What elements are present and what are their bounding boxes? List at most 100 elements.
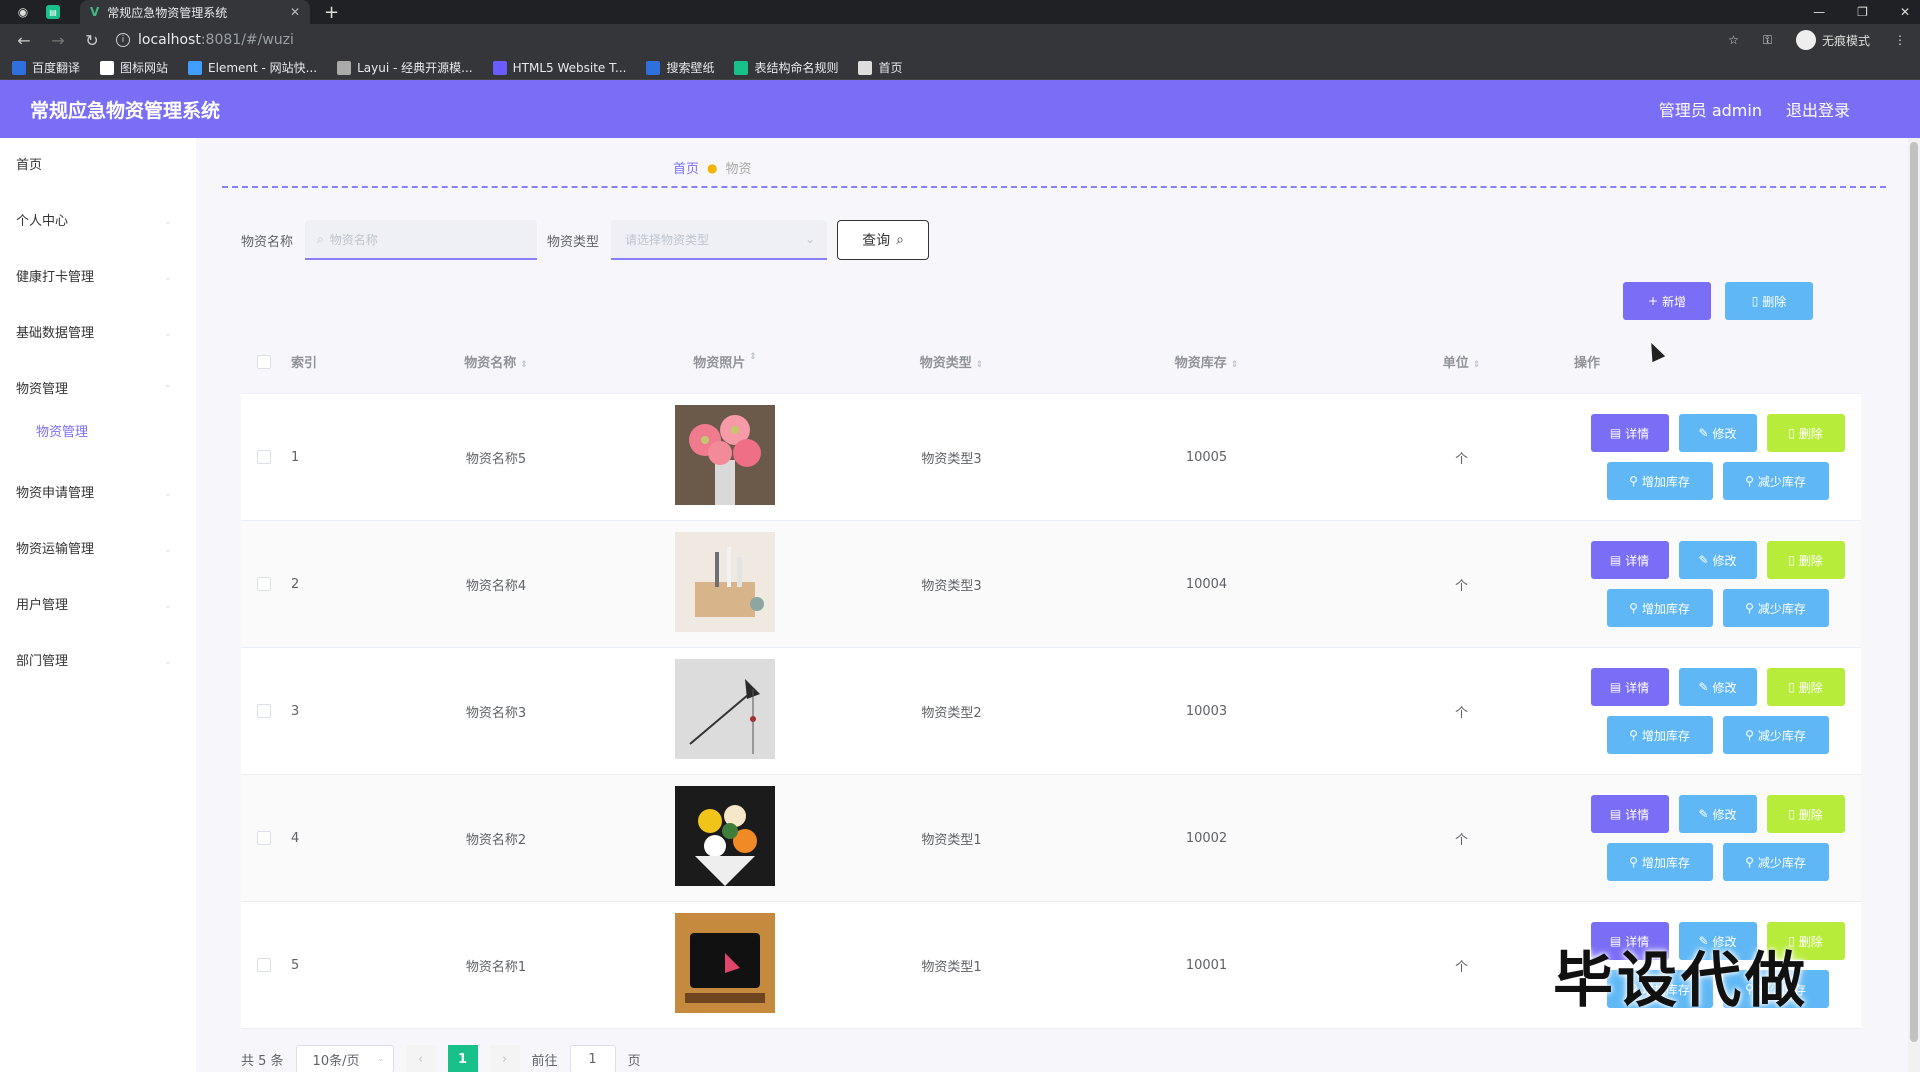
bookmark-item[interactable]: HTML5 Website T... [492,60,626,75]
forward-icon[interactable]: → [48,31,68,50]
material-photo[interactable] [675,405,775,509]
chrome-logo-icon[interactable]: ◉ [14,3,32,21]
delete-button[interactable]: ▯ 删除 [1766,795,1845,833]
delete-button[interactable]: ▯ 删除 [1766,541,1845,579]
sidebar-item-home[interactable]: 首页 [0,138,196,194]
site-info-icon[interactable]: i [116,33,130,47]
decrease-stock-button[interactable]: ⚲ 减少库存 [1722,589,1829,627]
header-type[interactable]: 物资类型 ⇕ [839,352,1064,371]
browser-tab-active[interactable]: V 常规应急物资管理系统 ✕ [80,0,310,24]
cell-type: 物资类型3 [921,451,982,467]
sort-icon[interactable]: ⇕ [1231,360,1239,370]
increase-stock-button[interactable]: ⚲ 增加库存 [1606,716,1713,754]
edit-button[interactable]: ✎ 修改 [1678,668,1757,706]
select-all-checkbox-cell [241,354,291,369]
sidebar-subitem-materials-active[interactable]: 物资管理 [0,418,196,466]
page-scrollbar[interactable] [1908,138,1920,1072]
select-all-checkbox[interactable] [257,354,271,369]
bookmark-label: Element - 网站快... [208,61,318,75]
sort-icon[interactable]: ⇕ [520,360,528,370]
incognito-indicator[interactable]: 无痕模式 [1795,30,1870,50]
minimize-icon[interactable]: — [1813,5,1825,19]
restore-icon[interactable]: ❐ [1857,5,1868,19]
trash-icon: ▯ [1788,807,1795,821]
sidebar-item-materials[interactable]: 物资管理 ⌃ [0,362,196,418]
material-photo[interactable] [675,532,775,636]
scrollbar-thumb[interactable] [1910,142,1918,1042]
watermark-text: 毕设代做 [1553,946,1809,1016]
edit-button[interactable]: ✎ 修改 [1678,541,1757,579]
new-tab-button[interactable]: + [324,2,339,23]
material-photo[interactable] [675,786,775,890]
delete-button-label: 删除 [1798,553,1823,568]
bookmark-item[interactable]: 首页 [858,59,903,76]
bulk-delete-button[interactable]: ▯ 删除 [1725,282,1813,320]
browser-address-bar: ← → ↻ i localhost:8081/#/wuzi ☆ ⚿ 无痕模式 ⋮ [0,24,1920,56]
prev-page-button[interactable]: ‹ [405,1045,436,1072]
logout-link[interactable]: 退出登录 [1786,97,1850,121]
name-search-input[interactable]: ⌕ 物资名称 [305,220,538,260]
bookmark-item[interactable]: Element - 网站快... [188,59,317,76]
type-select[interactable]: 请选择物资类型 ⌄ [611,220,828,260]
close-window-icon[interactable]: ✕ [1900,5,1910,19]
header-stock[interactable]: 物资库存 ⇕ [1064,352,1349,371]
bookmark-item[interactable]: 搜索壁纸 [646,59,714,76]
increase-stock-button[interactable]: ⚲ 增加库存 [1606,589,1713,627]
bookmark-item[interactable]: 百度翻译 [12,59,80,76]
material-photo[interactable] [675,913,775,1017]
bookmark-star-icon[interactable]: ☆ [1728,33,1739,47]
key-icon[interactable]: ⚿ [1763,33,1772,48]
browser-menu-icon[interactable]: ⋮ [1894,33,1906,47]
detail-button[interactable]: ▤ 详情 [1590,414,1669,452]
header-photo[interactable]: 物资照片 ⇕ [611,352,839,371]
breadcrumb-home[interactable]: 首页 [673,158,699,177]
sidebar-item-health-checkin[interactable]: 健康打卡管理 ⌄ [0,250,196,306]
goto-page-input[interactable]: 1 [569,1045,616,1072]
cell-unit: 个 [1454,578,1468,594]
bookmark-item[interactable]: 图标网站 [100,59,168,76]
sidebar-item-users[interactable]: 用户管理 ⌄ [0,578,196,634]
url-host: localhost [138,32,201,48]
header-name[interactable]: 物资名称 ⇕ [381,352,611,371]
bookmark-item[interactable]: Layui - 经典开源模... [337,59,473,76]
reload-icon[interactable]: ↻ [82,31,102,50]
search-icon: ⌕ [317,231,324,246]
edit-button[interactable]: ✎ 修改 [1678,414,1757,452]
header-unit[interactable]: 单位 ⇕ [1349,352,1574,371]
row-checkbox[interactable] [257,958,271,972]
detail-button[interactable]: ▤ 详情 [1590,795,1669,833]
row-checkbox[interactable] [257,704,271,718]
row-checkbox[interactable] [257,450,271,464]
page-size-select[interactable]: 10条/页 ⌄ [295,1045,394,1072]
delete-button[interactable]: ▯ 删除 [1766,668,1845,706]
sort-icon[interactable]: ⇕ [749,352,757,371]
decrease-stock-button[interactable]: ⚲ 减少库存 [1722,716,1829,754]
increase-stock-button[interactable]: ⚲ 增加库存 [1606,843,1713,881]
sidebar-item-material-requests[interactable]: 物资申请管理 ⌄ [0,466,196,522]
add-button[interactable]: + 新增 [1623,282,1711,320]
edit-button[interactable]: ✎ 修改 [1678,795,1757,833]
row-checkbox[interactable] [257,831,271,845]
sidebar-item-base-data[interactable]: 基础数据管理 ⌄ [0,306,196,362]
page-number-current[interactable]: 1 [447,1045,478,1072]
sort-icon[interactable]: ⇕ [1473,360,1481,370]
sort-icon[interactable]: ⇕ [976,360,984,370]
delete-button[interactable]: ▯ 删除 [1766,414,1845,452]
sidebar-item-material-transport[interactable]: 物资运输管理 ⌄ [0,522,196,578]
sidebar-item-departments[interactable]: 部门管理 ⌄ [0,634,196,690]
sidebar-item-profile[interactable]: 个人中心 ⌄ [0,194,196,250]
pinned-tab-icon[interactable]: ▤ [46,5,60,19]
detail-button[interactable]: ▤ 详情 [1590,668,1669,706]
decrease-stock-button[interactable]: ⚲ 减少库存 [1722,462,1829,500]
detail-button[interactable]: ▤ 详情 [1590,541,1669,579]
query-button[interactable]: 查询 ⌕ [837,220,930,260]
decrease-stock-button[interactable]: ⚲ 减少库存 [1722,843,1829,881]
bookmark-item[interactable]: 表结构命名规则 [734,59,838,76]
increase-stock-button[interactable]: ⚲ 增加库存 [1606,462,1713,500]
next-page-button[interactable]: › [489,1045,520,1072]
url-field[interactable]: i localhost:8081/#/wuzi [116,32,294,48]
row-checkbox[interactable] [257,577,271,591]
close-tab-icon[interactable]: ✕ [290,5,300,19]
material-photo[interactable] [675,659,775,763]
back-icon[interactable]: ← [14,31,34,50]
